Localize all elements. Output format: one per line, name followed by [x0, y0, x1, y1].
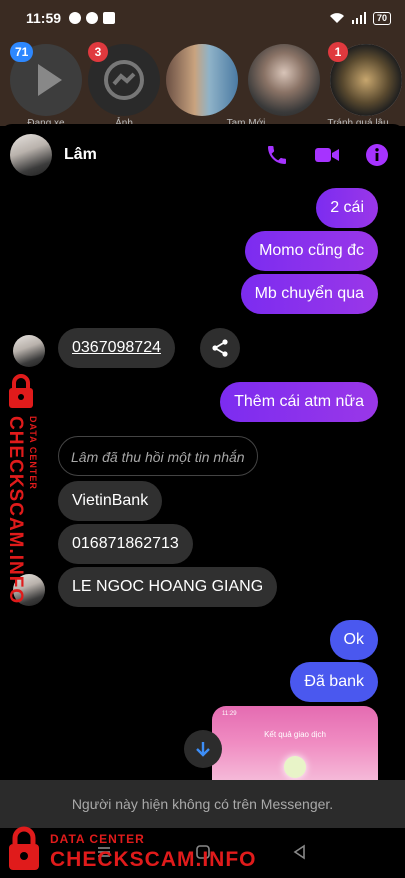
info-icon[interactable]: [365, 143, 389, 167]
message-incoming[interactable]: LE NGOC HOANG GIANG: [58, 567, 278, 607]
contact-avatar[interactable]: [10, 134, 52, 176]
recalled-message-notice: Lâm đã thu hồi một tin nhắn: [58, 436, 258, 476]
message-incoming[interactable]: VietinBank: [58, 481, 163, 521]
phone-call-icon[interactable]: [265, 143, 289, 167]
message-outgoing[interactable]: 2 cái: [316, 188, 378, 228]
message-outgoing[interactable]: Đã bank: [290, 662, 378, 702]
watermark-brand: CHECKSCAM.INFO: [5, 416, 26, 605]
image-status-time: 11:29: [222, 711, 237, 717]
story-person[interactable]: [248, 44, 320, 116]
status-bar: 11:59 70: [0, 0, 405, 36]
message-phone-number[interactable]: 0367098724: [58, 328, 175, 368]
messenger-notif-icon: [69, 12, 82, 24]
stories-row: 71 Đang xe 3 Ảnh Tam Mới 1 Tránh quá lâu: [0, 36, 405, 129]
story-badge: 3: [88, 42, 108, 62]
status-time: 11:59: [26, 10, 62, 26]
image-title: Kết quả giao dịch: [264, 730, 326, 739]
story-photo[interactable]: [166, 44, 238, 116]
contact-avatar-small: [13, 335, 45, 367]
message-outgoing[interactable]: Momo cũng đc: [245, 231, 378, 271]
message-incoming[interactable]: 016871862713: [58, 524, 193, 564]
watermark-subtitle: DATA CENTER: [50, 832, 145, 846]
story-badge: 71: [10, 42, 34, 62]
contact-name[interactable]: Lâm: [64, 146, 97, 164]
message-outgoing[interactable]: Mb chuyển qua: [240, 274, 378, 314]
notification-icons: [69, 12, 116, 24]
back-icon[interactable]: [292, 844, 308, 860]
message-outgoing[interactable]: Thêm cái atm nữa: [220, 382, 378, 422]
battery-indicator: 70: [372, 11, 391, 25]
padlock-icon: [9, 826, 39, 870]
wifi-icon: [329, 13, 344, 23]
signal-icon: [351, 12, 366, 24]
unavailable-notice: Người này hiện không có trên Messenger.: [0, 780, 405, 828]
gallery-notif-icon: [103, 12, 116, 24]
watermark-subtitle: DATA CENTER: [28, 416, 38, 490]
header-actions: [265, 143, 395, 167]
watermark-vertical: CHECKSCAM.INFO DATA CENTER: [0, 372, 70, 604]
share-icon: [212, 339, 228, 357]
watermark-brand: CHECKSCAM.INFO: [50, 848, 257, 871]
status-right: 70: [329, 11, 391, 25]
watermark-bottom: DATA CENTER CHECKSCAM.INFO: [6, 826, 256, 876]
arrow-down-icon: [196, 742, 210, 757]
facebook-notif-icon: [86, 12, 99, 24]
success-icon: [284, 756, 306, 778]
story-badge: 1: [328, 42, 348, 62]
video-call-icon[interactable]: [313, 143, 341, 167]
image-message[interactable]: 11:29 Kết quả giao dịch: [212, 706, 378, 780]
message-outgoing[interactable]: Ok: [329, 620, 378, 660]
padlock-icon: [9, 374, 33, 408]
share-button[interactable]: [200, 328, 240, 368]
chat-header: Lâm: [0, 124, 405, 186]
scroll-to-bottom-button[interactable]: [184, 730, 222, 768]
